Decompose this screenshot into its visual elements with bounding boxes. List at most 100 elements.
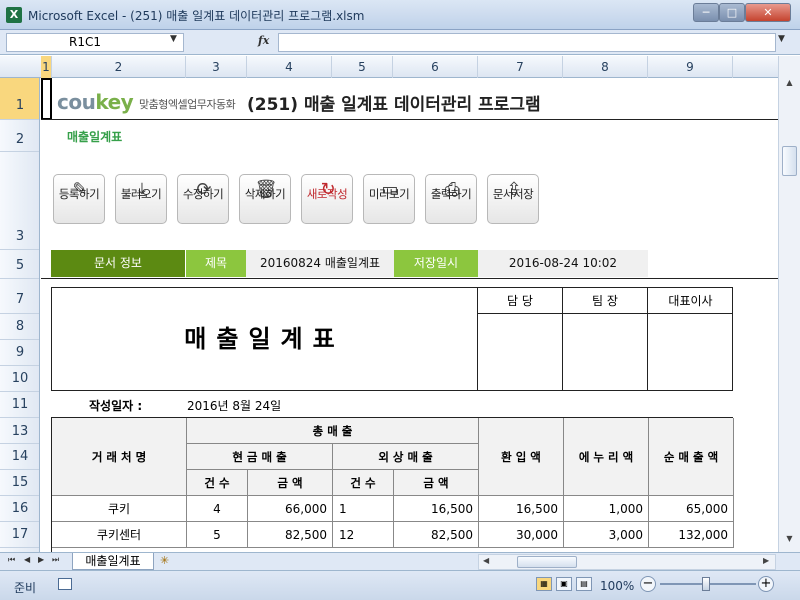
row-header[interactable]: 13: [0, 418, 39, 444]
saved-value[interactable]: 2016-08-24 10:02: [478, 250, 648, 277]
scroll-left-icon[interactable]: ◀: [483, 556, 489, 565]
discount-header: 에 누 리 액: [564, 418, 649, 496]
sheet-tab-bar: ⏮ ◀ ▶ ⏭ 매출일계표 ✳ ◀ ▶: [0, 552, 800, 570]
column-header[interactable]: 5: [332, 56, 393, 78]
expand-formula-icon[interactable]: ▼: [778, 34, 785, 44]
row-header[interactable]: 2: [0, 120, 39, 152]
row-header[interactable]: 15: [0, 470, 39, 496]
zoom-level[interactable]: 100%: [600, 579, 634, 593]
return-cell[interactable]: 16,500: [479, 496, 564, 522]
row-header[interactable]: 10: [0, 366, 39, 392]
sheet-title: (251) 매출 일계표 데이터관리 프로그램: [247, 95, 541, 115]
row-headers: 1 2 3 5 7 8 9 10 11 13 14 15 16 17: [0, 78, 40, 552]
page-break-view-icon[interactable]: ▤: [576, 577, 592, 591]
row-header[interactable]: 8: [0, 314, 39, 340]
column-header[interactable]: 4: [247, 56, 332, 78]
credit-amount-cell[interactable]: 16,500: [394, 496, 479, 522]
vertical-scroll-thumb[interactable]: [782, 146, 797, 176]
sheet-grid[interactable]: coukey 맞춤형엑셀업무자동화 (251) 매출 일계표 데이터관리 프로그…: [41, 78, 778, 552]
cash-count-cell[interactable]: 4: [187, 496, 248, 522]
row-header[interactable]: 7: [0, 279, 39, 314]
normal-view-icon[interactable]: ▦: [536, 577, 552, 591]
page-layout-view-icon[interactable]: ▣: [556, 577, 572, 591]
sheet-tab[interactable]: 매출일계표: [72, 553, 154, 570]
preview-label: 미리보기: [368, 187, 410, 201]
active-cell[interactable]: [41, 78, 52, 120]
last-sheet-icon[interactable]: ⏭: [52, 555, 59, 565]
cash-sales-header: 현 금 매 출: [187, 444, 333, 470]
column-header[interactable]: 6: [393, 56, 478, 78]
sheet-subtitle: 매출일계표: [67, 130, 123, 144]
column-header[interactable]: 3: [186, 56, 247, 78]
approval-header: 팀 장: [563, 288, 648, 314]
row-header[interactable]: 14: [0, 444, 39, 470]
scroll-down-icon[interactable]: ▼: [779, 534, 800, 550]
maximize-button[interactable]: □: [719, 3, 745, 22]
insert-function-icon[interactable]: fx: [258, 34, 269, 47]
approval-header: 담 당: [478, 288, 563, 314]
credit-amount-cell[interactable]: 82,500: [394, 522, 479, 548]
vertical-scrollbar[interactable]: ▲ ▼: [778, 56, 800, 552]
discount-cell[interactable]: 1,000: [564, 496, 649, 522]
date-value[interactable]: 2016년 8월 24일: [187, 397, 281, 414]
client-cell[interactable]: 쿠키센터: [52, 522, 187, 548]
approval-sign-cell[interactable]: [478, 314, 563, 390]
prev-sheet-icon[interactable]: ◀: [24, 555, 30, 564]
minimize-button[interactable]: ─: [693, 3, 719, 22]
new-label: 새로작성: [306, 187, 348, 201]
zoom-in-icon[interactable]: +: [758, 576, 774, 592]
column-header[interactable]: 7: [478, 56, 563, 78]
chevron-down-icon[interactable]: ▼: [170, 34, 177, 44]
client-cell[interactable]: 쿠키: [52, 496, 187, 522]
cash-count-cell[interactable]: 5: [187, 522, 248, 548]
row-header[interactable]: 3: [0, 152, 39, 250]
total-sales-header: 총 매 출: [187, 418, 479, 444]
horizontal-scrollbar[interactable]: ◀ ▶: [478, 554, 776, 570]
approval-table: 매출일계표 담 당 팀 장 대표이사: [51, 287, 733, 391]
row-header[interactable]: 9: [0, 340, 39, 366]
credit-count-cell[interactable]: 1: [333, 496, 394, 522]
edit-label: 수정하기: [182, 187, 224, 201]
credit-amount-header: 금 액: [394, 470, 479, 496]
insert-sheet-icon[interactable]: ✳: [160, 554, 180, 569]
delete-label: 삭제하기: [244, 187, 286, 201]
zoom-slider-thumb[interactable]: [702, 577, 710, 591]
register-label: 등록하기: [58, 187, 100, 201]
excel-icon[interactable]: X: [6, 7, 22, 23]
column-header[interactable]: 2: [52, 56, 186, 78]
horizontal-scroll-thumb[interactable]: [517, 556, 577, 568]
net-sales-cell[interactable]: 132,000: [649, 522, 734, 548]
approval-sign-cell[interactable]: [648, 314, 733, 390]
title-value[interactable]: 20160824 매출일계표: [246, 250, 394, 277]
return-cell[interactable]: 30,000: [479, 522, 564, 548]
name-box[interactable]: R1C1: [6, 33, 184, 52]
row-header[interactable]: 17: [0, 522, 39, 548]
row-header[interactable]: 11: [0, 392, 39, 418]
zoom-out-icon[interactable]: −: [640, 576, 656, 592]
row-header[interactable]: 1: [0, 78, 39, 120]
title-bar: X Microsoft Excel - (251) 매출 일계표 데이터관리 프…: [0, 0, 800, 30]
column-header[interactable]: 8: [563, 56, 648, 78]
row-header[interactable]: 5: [0, 250, 39, 279]
column-header[interactable]: 1: [41, 56, 52, 78]
next-sheet-icon[interactable]: ▶: [38, 555, 44, 564]
credit-sales-header: 외 상 매 출: [333, 444, 479, 470]
macro-record-icon[interactable]: [58, 578, 72, 590]
status-bar: 준비 ▦ ▣ ▤ 100% − +: [0, 570, 800, 600]
approval-sign-cell[interactable]: [563, 314, 648, 390]
row-header[interactable]: 16: [0, 496, 39, 522]
cash-amount-cell[interactable]: 66,000: [248, 496, 333, 522]
first-sheet-icon[interactable]: ⏮: [8, 555, 15, 565]
scroll-right-icon[interactable]: ▶: [763, 556, 769, 565]
sales-table: 거 래 처 명 총 매 출 현 금 매 출 외 상 매 출 건 수 금 액 건 …: [51, 417, 734, 552]
cash-amount-cell[interactable]: 82,500: [248, 522, 333, 548]
net-sales-cell[interactable]: 65,000: [649, 496, 734, 522]
credit-count-cell[interactable]: 12: [333, 522, 394, 548]
formula-input[interactable]: [278, 33, 776, 52]
window-title: Microsoft Excel - (251) 매출 일계표 데이터관리 프로그…: [28, 9, 365, 23]
date-label: 작성일자 :: [89, 399, 143, 413]
column-header[interactable]: 9: [648, 56, 733, 78]
scroll-up-icon[interactable]: ▲: [779, 78, 800, 94]
close-button[interactable]: ✕: [745, 3, 791, 22]
discount-cell[interactable]: 3,000: [564, 522, 649, 548]
